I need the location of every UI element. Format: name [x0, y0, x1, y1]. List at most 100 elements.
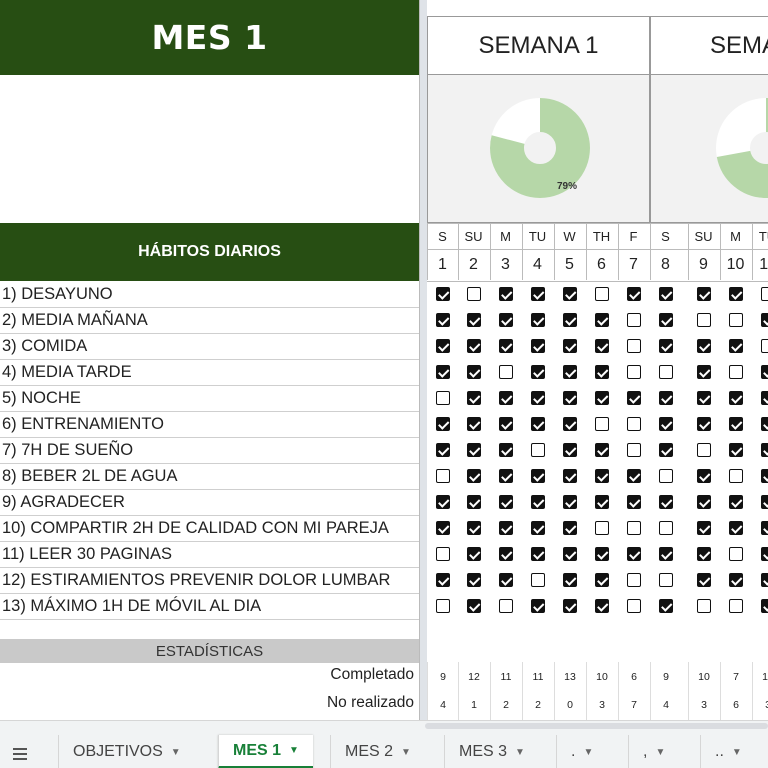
habit-checkbox[interactable] [436, 469, 450, 483]
habit-checkbox[interactable] [627, 313, 641, 327]
habit-checkbox[interactable] [531, 287, 545, 301]
habit-checkbox[interactable] [697, 287, 711, 301]
habit-checkbox[interactable] [499, 339, 513, 353]
habit-checkbox[interactable] [729, 599, 743, 613]
habit-checkbox[interactable] [627, 365, 641, 379]
habit-checkbox[interactable] [595, 287, 609, 301]
habit-checkbox[interactable] [531, 469, 545, 483]
habit-checkbox[interactable] [595, 313, 609, 327]
habit-checkbox[interactable] [659, 521, 673, 535]
habit-checkbox[interactable] [563, 495, 577, 509]
habit-checkbox[interactable] [467, 313, 481, 327]
habit-checkbox[interactable] [729, 339, 743, 353]
sheet-tab[interactable]: OBJETIVOS ▼ [58, 735, 195, 768]
habit-checkbox[interactable] [467, 287, 481, 301]
sheet-tab[interactable]: .. ▼ [700, 735, 756, 768]
habit-checkbox[interactable] [627, 339, 641, 353]
habit-checkbox[interactable] [697, 443, 711, 457]
habit-checkbox[interactable] [729, 443, 743, 457]
habit-checkbox[interactable] [499, 287, 513, 301]
habit-checkbox[interactable] [697, 521, 711, 535]
habit-checkbox[interactable] [627, 287, 641, 301]
habit-checkbox[interactable] [697, 495, 711, 509]
habit-checkbox[interactable] [563, 521, 577, 535]
habit-checkbox[interactable] [499, 391, 513, 405]
habit-checkbox[interactable] [697, 469, 711, 483]
caret-down-icon[interactable]: ▼ [401, 747, 411, 758]
habit-checkbox[interactable] [436, 547, 450, 561]
habit-checkbox[interactable] [499, 547, 513, 561]
habit-checkbox[interactable] [467, 599, 481, 613]
habit-checkbox[interactable] [595, 495, 609, 509]
habit-checkbox[interactable] [659, 469, 673, 483]
habit-checkbox[interactable] [627, 573, 641, 587]
habit-checkbox[interactable] [761, 521, 768, 535]
habit-checkbox[interactable] [499, 313, 513, 327]
habit-checkbox[interactable] [531, 521, 545, 535]
habit-checkbox[interactable] [563, 417, 577, 431]
habit-checkbox[interactable] [659, 417, 673, 431]
habit-checkbox[interactable] [563, 365, 577, 379]
habit-checkbox[interactable] [627, 443, 641, 457]
habit-checkbox[interactable] [563, 339, 577, 353]
habit-checkbox[interactable] [659, 443, 673, 457]
caret-down-icon[interactable]: ▼ [171, 747, 181, 758]
habit-checkbox[interactable] [595, 521, 609, 535]
habit-checkbox[interactable] [729, 547, 743, 561]
habit-checkbox[interactable] [467, 573, 481, 587]
caret-down-icon[interactable]: ▼ [289, 745, 299, 756]
habit-checkbox[interactable] [436, 443, 450, 457]
habit-checkbox[interactable] [761, 573, 768, 587]
habit-checkbox[interactable] [531, 417, 545, 431]
habit-checkbox[interactable] [531, 599, 545, 613]
freeze-divider[interactable] [420, 0, 427, 720]
habit-checkbox[interactable] [595, 391, 609, 405]
habit-checkbox[interactable] [627, 417, 641, 431]
habit-checkbox[interactable] [761, 391, 768, 405]
habit-checkbox[interactable] [467, 417, 481, 431]
habit-checkbox[interactable] [595, 417, 609, 431]
sheet-tab[interactable]: . ▼ [556, 735, 607, 768]
habit-checkbox[interactable] [659, 391, 673, 405]
sheet-tab[interactable]: MES 2 ▼ [330, 735, 425, 768]
habit-checkbox[interactable] [729, 495, 743, 509]
habit-checkbox[interactable] [595, 547, 609, 561]
habit-checkbox[interactable] [659, 495, 673, 509]
habit-checkbox[interactable] [436, 599, 450, 613]
habit-checkbox[interactable] [563, 469, 577, 483]
habit-checkbox[interactable] [729, 573, 743, 587]
habit-checkbox[interactable] [467, 521, 481, 535]
habit-checkbox[interactable] [499, 443, 513, 457]
habit-checkbox[interactable] [531, 495, 545, 509]
habit-checkbox[interactable] [761, 313, 768, 327]
habit-checkbox[interactable] [467, 365, 481, 379]
habit-checkbox[interactable] [595, 443, 609, 457]
habit-checkbox[interactable] [563, 313, 577, 327]
habit-checkbox[interactable] [697, 573, 711, 587]
habit-checkbox[interactable] [563, 443, 577, 457]
habit-checkbox[interactable] [499, 599, 513, 613]
habit-checkbox[interactable] [531, 443, 545, 457]
habit-checkbox[interactable] [697, 547, 711, 561]
habit-checkbox[interactable] [563, 599, 577, 613]
habit-checkbox[interactable] [499, 469, 513, 483]
habit-checkbox[interactable] [659, 573, 673, 587]
habit-checkbox[interactable] [499, 495, 513, 509]
habit-checkbox[interactable] [627, 469, 641, 483]
habit-checkbox[interactable] [697, 599, 711, 613]
habit-checkbox[interactable] [467, 469, 481, 483]
habit-checkbox[interactable] [467, 443, 481, 457]
habit-checkbox[interactable] [761, 287, 768, 301]
habit-checkbox[interactable] [595, 469, 609, 483]
habit-checkbox[interactable] [729, 287, 743, 301]
habit-checkbox[interactable] [531, 391, 545, 405]
hamburger-menu-icon[interactable] [6, 741, 34, 767]
habit-checkbox[interactable] [595, 599, 609, 613]
habit-checkbox[interactable] [595, 573, 609, 587]
caret-down-icon[interactable]: ▼ [583, 747, 593, 758]
habit-checkbox[interactable] [436, 417, 450, 431]
habit-checkbox[interactable] [436, 313, 450, 327]
habit-checkbox[interactable] [761, 469, 768, 483]
habit-checkbox[interactable] [499, 365, 513, 379]
sheet-tab[interactable]: MES 1 ▼ [218, 735, 313, 768]
